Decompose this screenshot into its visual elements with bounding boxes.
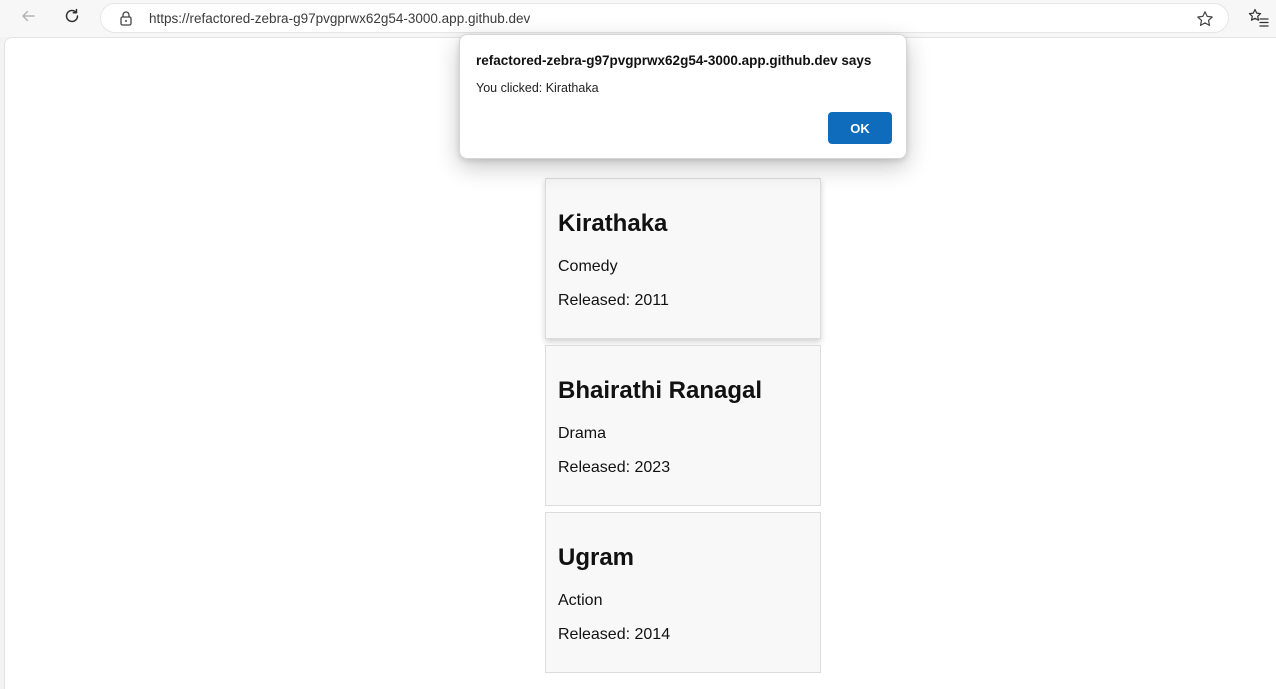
favorites-icon <box>1246 8 1270 34</box>
lock-icon[interactable] <box>118 10 134 26</box>
movie-genre: Comedy <box>558 258 618 275</box>
favorites-button[interactable] <box>1246 6 1270 30</box>
address-bar[interactable]: https://refactored-zebra-g97pvgprwx62g54… <box>100 3 1229 33</box>
reload-button[interactable] <box>58 4 86 32</box>
movie-released: Released: 2014 <box>558 626 671 643</box>
star-icon[interactable] <box>1196 10 1214 28</box>
alert-message: You clicked: Kirathaka <box>476 81 599 95</box>
alert-dialog: refactored-zebra-g97pvgprwx62g54-3000.ap… <box>459 34 907 159</box>
movie-genre: Action <box>558 592 603 609</box>
reload-icon <box>63 7 81 30</box>
movie-genre: Drama <box>558 425 607 442</box>
browser-toolbar: https://refactored-zebra-g97pvgprwx62g54… <box>0 0 1276 37</box>
movie-title: Kirathaka <box>558 210 668 237</box>
movie-card[interactable]: Ugram Action Released: 2014 <box>545 512 821 673</box>
movie-card[interactable]: Bhairathi Ranagal Drama Released: 2023 <box>545 345 821 506</box>
movie-title: Bhairathi Ranagal <box>558 377 763 404</box>
movie-title: Ugram <box>558 544 635 571</box>
alert-title: refactored-zebra-g97pvgprwx62g54-3000.ap… <box>476 53 872 68</box>
movie-released: Released: 2011 <box>558 292 669 309</box>
back-arrow-icon <box>19 7 37 30</box>
url-text[interactable]: https://refactored-zebra-g97pvgprwx62g54… <box>149 11 530 26</box>
movie-released: Released: 2023 <box>558 459 671 476</box>
ok-button[interactable]: OK <box>828 112 892 144</box>
movie-card[interactable]: Kirathaka Comedy Released: 2011 <box>545 178 821 339</box>
back-button[interactable] <box>14 4 42 32</box>
